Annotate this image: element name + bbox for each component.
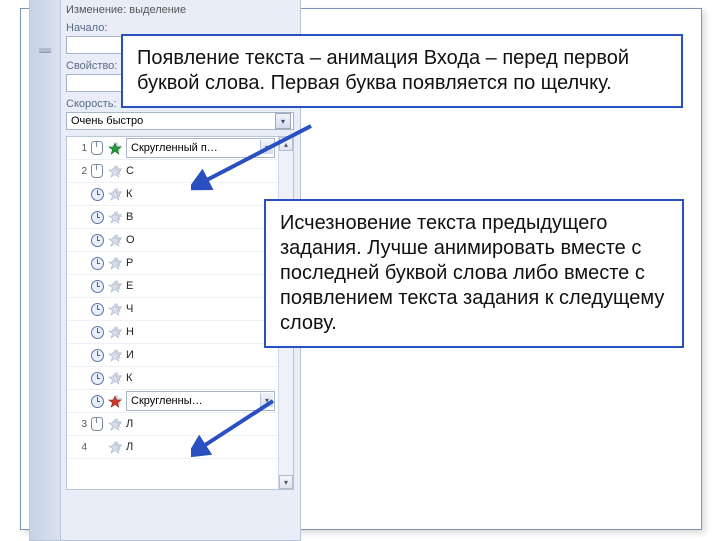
pane-gutter [30,0,61,540]
callout-entrance: Появление текста – анимация Входа – пере… [121,34,683,108]
item-index: 2 [71,166,87,177]
clock-icon [87,257,107,270]
slide-frame: Изменение: выделение Начало: Свойство: С… [20,8,702,530]
effect-star-icon [107,326,123,339]
item-label: К [126,372,279,384]
list-item[interactable]: И [67,344,279,367]
effect-star-icon [107,165,123,178]
effect-star-icon [107,211,123,224]
effect-star-icon [107,441,123,454]
clock-icon [87,395,107,408]
effect-star-icon [107,234,123,247]
item-label: В [126,211,279,223]
item-label: О [126,234,279,246]
item-label: К [126,188,279,200]
item-label: С [126,165,279,177]
clock-icon [87,372,107,385]
chevron-down-icon[interactable]: ▾ [260,393,273,407]
chevron-down-icon: ▾ [275,113,291,129]
list-item[interactable]: Н [67,321,279,344]
item-label: Е [126,280,279,292]
callout-exit: Исчезновение текста предыдущего задания.… [264,199,684,348]
list-item[interactable]: 4Л [67,436,279,459]
clock-icon [87,211,107,224]
speed-value: Очень быстро [71,115,143,127]
animation-list: 1Скругленный п…▾2СКВОРЕЧНИКСкругленны…▾3… [66,136,294,490]
item-label: Ч [126,303,279,315]
effect-star-icon [107,372,123,385]
clock-icon [87,349,107,362]
start-label: Начало: [66,22,294,34]
effect-star-icon [107,188,123,201]
effect-star-icon [107,418,123,431]
item-label: Р [126,257,279,269]
list-item[interactable]: Скругленны… ▾ [67,390,279,413]
list-item[interactable]: Ч [67,298,279,321]
callout-entrance-text: Появление текста – анимация Входа – пере… [137,47,629,94]
item-label: Н [126,326,279,338]
item-index: 4 [71,442,87,453]
effect-star-icon [107,349,123,362]
scroll-down-icon[interactable]: ▾ [279,475,293,489]
list-item[interactable]: 3Л [67,413,279,436]
list-item[interactable]: 1 Скругленный п… ▾ [67,137,279,160]
clock-icon [87,303,107,316]
clock-icon [87,280,107,293]
clock-icon [87,188,107,201]
callout-exit-text: Исчезновение текста предыдущего задания.… [280,212,664,334]
effect-star-icon [107,280,123,293]
grip-icon [39,48,51,53]
list-item[interactable]: 2С [67,160,279,183]
item-label: И [126,349,279,361]
list-item[interactable]: Р [67,252,279,275]
clock-icon [87,234,107,247]
speed-combo[interactable]: Очень быстро ▾ [66,112,294,130]
item-label: Скругленный п… [131,142,218,154]
effect-star-icon [107,303,123,316]
item-label: Л [126,441,279,453]
effect-star-icon [107,395,123,408]
list-item[interactable]: К [67,367,279,390]
item-chip[interactable]: Скругленный п… ▾ [126,138,275,158]
mouse-icon [87,164,107,178]
item-chip[interactable]: Скругленны… ▾ [126,391,275,411]
list-item[interactable]: К [67,183,279,206]
item-index: 3 [71,419,87,430]
mouse-icon [87,417,107,431]
effect-star-icon [107,142,123,155]
list-item[interactable]: Е [67,275,279,298]
item-index: 1 [71,143,87,154]
mouse-icon [87,141,107,155]
effect-header: Изменение: выделение [66,4,294,16]
list-item[interactable]: О [67,229,279,252]
item-label: Л [126,418,279,430]
item-label: Скругленны… [131,395,203,407]
clock-icon [87,326,107,339]
list-item[interactable]: В [67,206,279,229]
effect-star-icon [107,257,123,270]
scroll-up-icon[interactable]: ▴ [279,137,293,151]
chevron-down-icon[interactable]: ▾ [260,140,273,154]
